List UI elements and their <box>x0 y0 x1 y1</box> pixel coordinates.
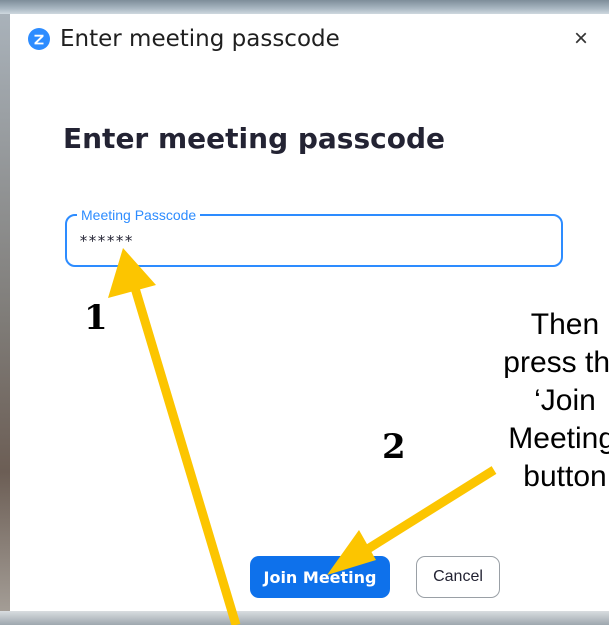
cancel-button[interactable]: Cancel <box>416 556 500 598</box>
window-frame-left <box>0 14 10 625</box>
dialog-heading: Enter meeting passcode <box>63 122 445 155</box>
title-bar: Enter meeting passcode × <box>10 14 600 72</box>
zoom-logo-icon <box>28 28 50 50</box>
window-title: Enter meeting passcode <box>60 26 340 52</box>
close-button[interactable]: × <box>566 24 596 54</box>
window-frame-bottom <box>0 611 609 625</box>
annotation-step-2: 2 <box>382 427 406 467</box>
passcode-field-label: Meeting Passcode <box>77 206 201 224</box>
passcode-input-value[interactable]: ****** <box>79 232 133 250</box>
close-icon: × <box>573 25 588 52</box>
window-frame-top <box>0 0 609 14</box>
annotation-step-1: 1 <box>84 298 108 338</box>
join-meeting-button[interactable]: Join Meeting <box>250 556 390 598</box>
passcode-field[interactable]: Meeting Passcode ****** <box>65 206 563 267</box>
annotation-instruction: Then press the ‘Join Meeting’ button <box>503 308 609 493</box>
